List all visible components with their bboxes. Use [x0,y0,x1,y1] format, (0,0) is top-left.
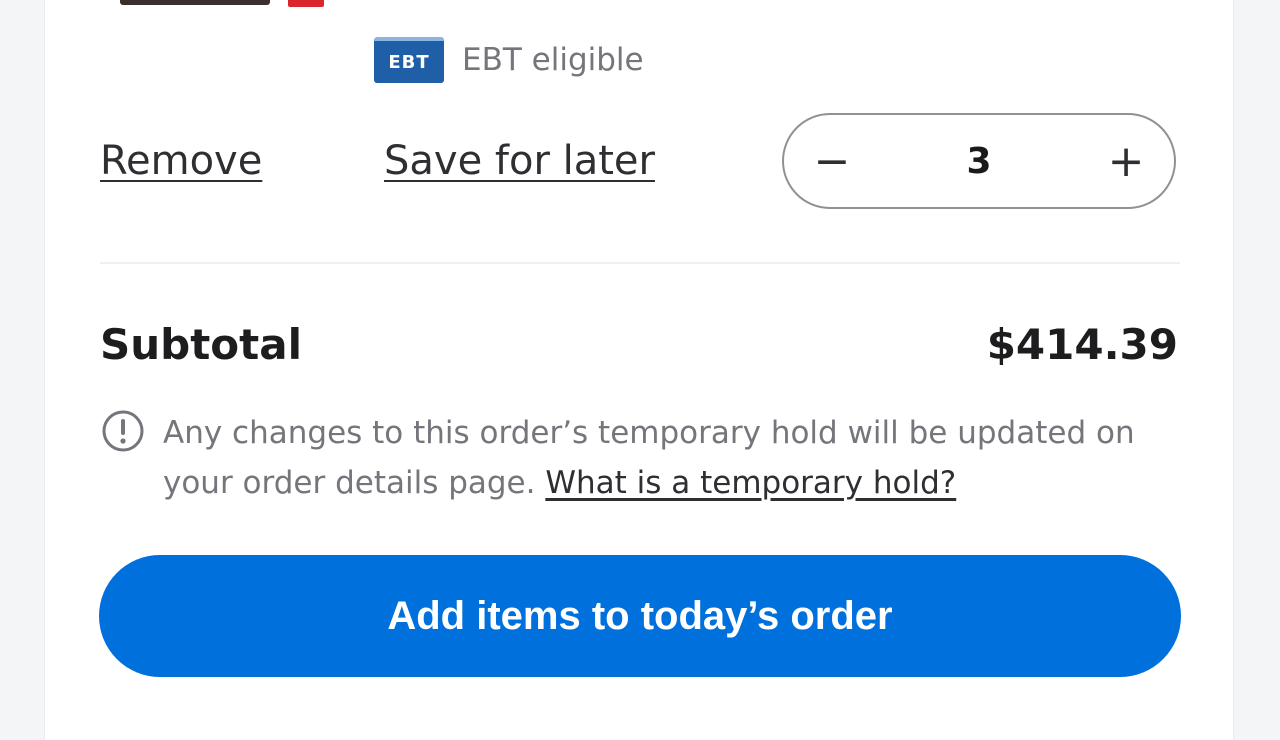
plus-icon[interactable]: + [1078,115,1174,207]
product-image [120,0,270,5]
product-badge [288,0,324,7]
ebt-logo-icon: EBT [374,37,444,83]
quantity-stepper: − 3 + [782,113,1176,209]
remove-button[interactable]: Remove [100,138,262,184]
add-items-button[interactable]: Add items to today’s order [99,555,1181,677]
quantity-value: 3 [966,140,992,182]
subtotal-label: Subtotal [100,320,302,369]
ebt-eligibility: EBT EBT eligible [374,37,644,83]
save-for-later-button[interactable]: Save for later [384,138,655,184]
temporary-hold-link[interactable]: What is a temporary hold? [545,465,956,501]
divider [100,262,1180,264]
minus-icon[interactable]: − [784,115,880,207]
ebt-eligible-label: EBT eligible [462,42,644,78]
temporary-hold-notice: Any changes to this order’s temporary ho… [163,408,1193,508]
subtotal-value: $414.39 [986,320,1178,369]
info-circle-icon [102,410,144,452]
